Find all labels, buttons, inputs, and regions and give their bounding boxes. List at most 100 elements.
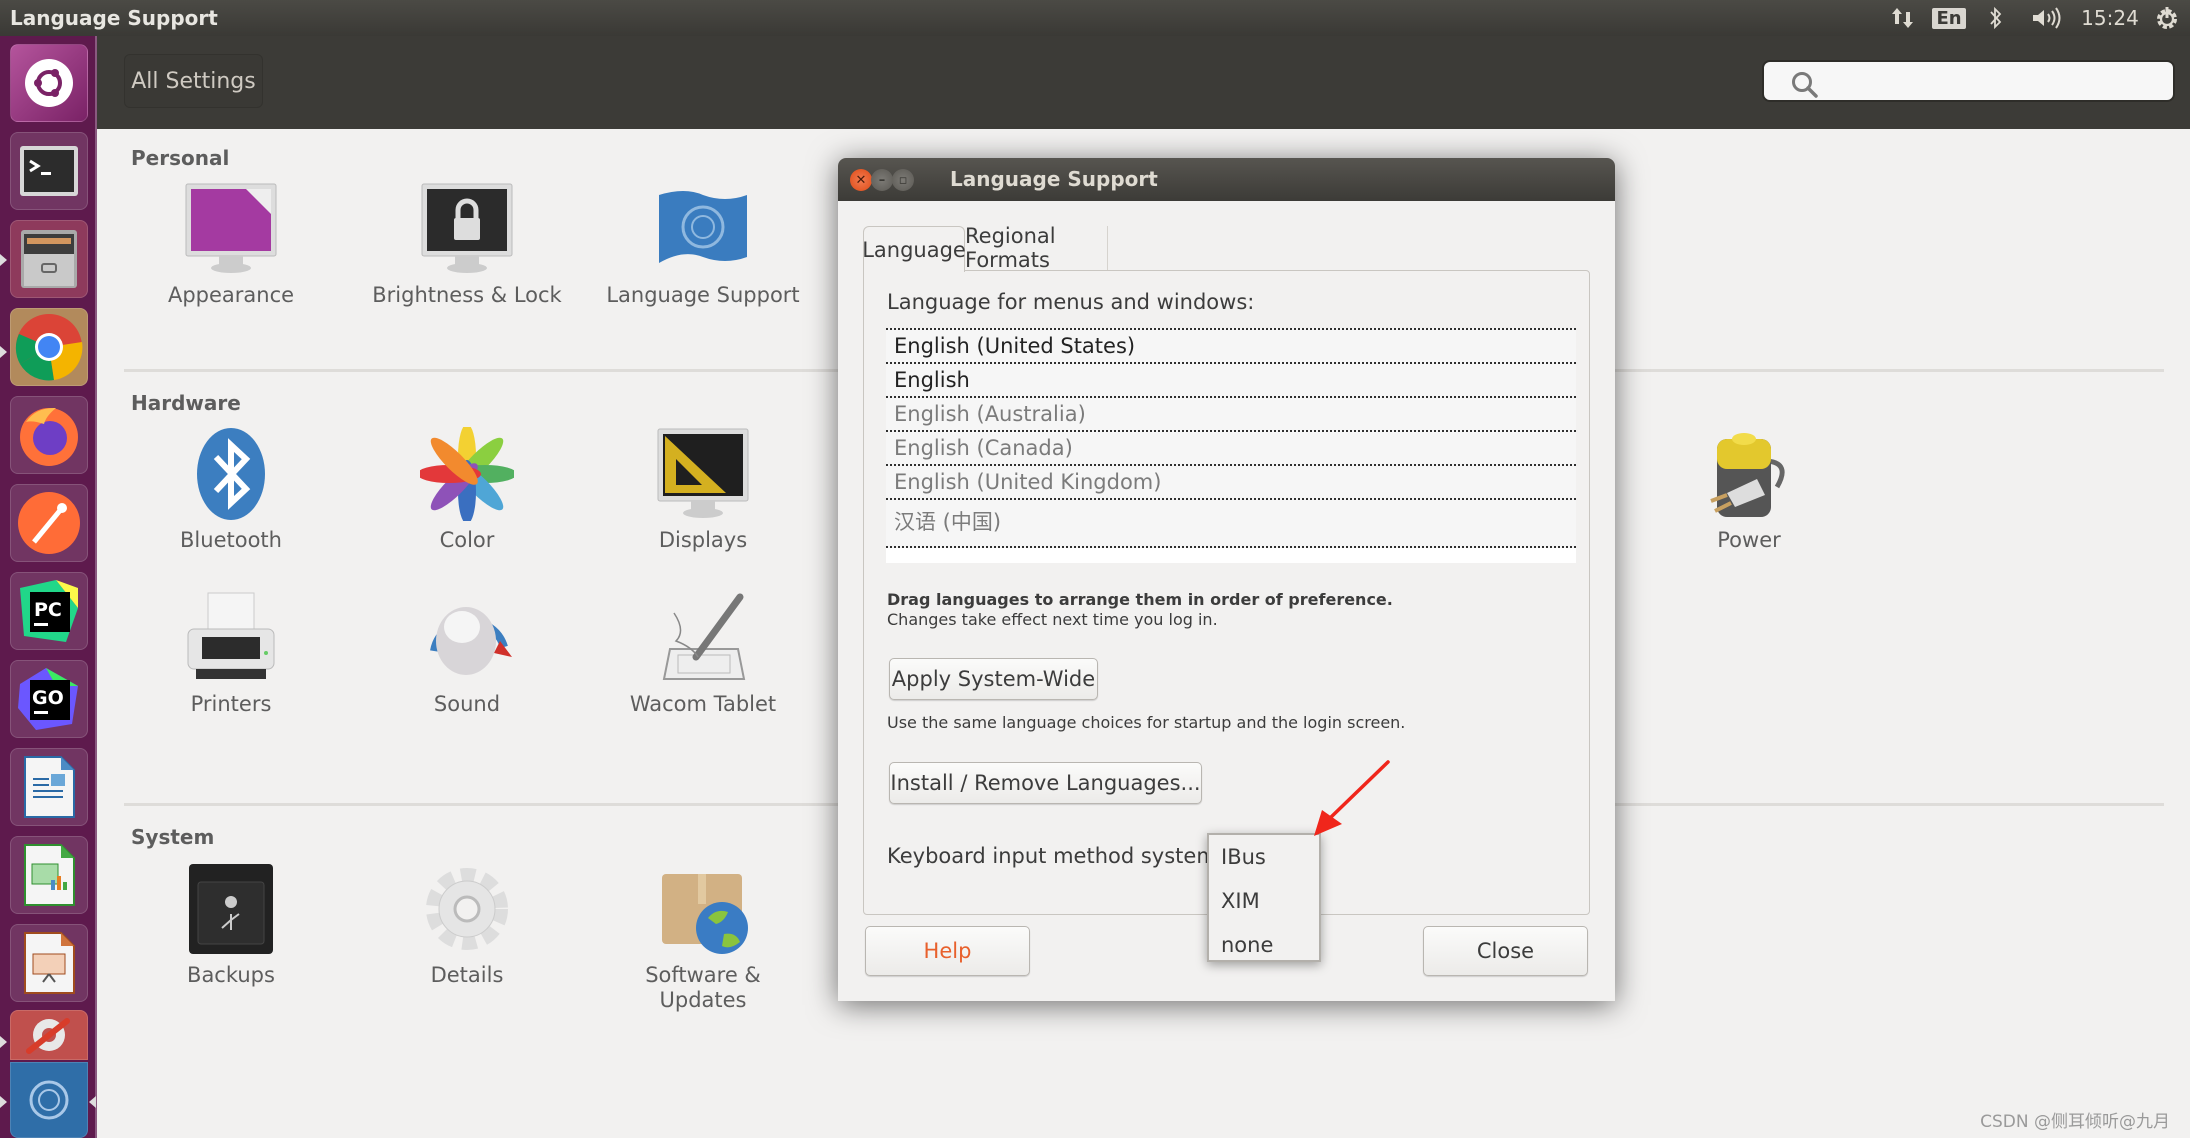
settings-item-printers[interactable]: Printers: [116, 588, 346, 717]
settings-item-appearance[interactable]: Appearance: [116, 179, 346, 308]
settings-header: All Settings: [97, 36, 2190, 129]
launcher-item-calc[interactable]: [10, 836, 88, 914]
settings-item-power[interactable]: Power: [1634, 424, 1864, 553]
settings-item-label: Appearance: [167, 283, 295, 307]
libreoffice-calc-icon: [24, 844, 75, 906]
apply-system-wide-button[interactable]: Apply System-Wide: [889, 658, 1098, 700]
settings-item-language-support[interactable]: Language Support: [588, 179, 818, 308]
postman-icon: [18, 492, 80, 554]
dialog-title: Language Support: [950, 167, 1158, 191]
software-updates-icon: [662, 874, 748, 954]
dropdown-option-ibus[interactable]: IBus: [1221, 845, 1266, 869]
settings-item-bluetooth[interactable]: Bluetooth: [116, 424, 346, 553]
brightness-lock-icon: [421, 183, 513, 273]
list-drop-area: [886, 548, 1576, 563]
settings-item-label: Details: [430, 963, 504, 987]
language-row[interactable]: 汉语 (中国): [886, 498, 1576, 546]
launcher: PC GO: [0, 36, 97, 1138]
section-title-hardware: Hardware: [131, 391, 241, 415]
displays-icon: [657, 428, 749, 518]
launcher-item-pycharm[interactable]: PC: [10, 572, 88, 650]
settings-item-label: Printers: [190, 692, 272, 716]
launcher-item-impress[interactable]: [10, 924, 88, 1002]
window-maximize-button[interactable]: ▫: [892, 169, 914, 191]
section-title-personal: Personal: [131, 146, 230, 170]
settings-item-label: Wacom Tablet: [629, 692, 777, 716]
launcher-item-files[interactable]: [10, 220, 88, 298]
language-row[interactable]: English: [886, 362, 1576, 396]
dialog-titlebar[interactable]: ✕ – ▫ Language Support: [838, 158, 1615, 201]
running-indicator: [0, 1096, 7, 1108]
keyboard-indicator[interactable]: En: [1932, 4, 1966, 32]
settings-item-details[interactable]: Details: [352, 859, 582, 988]
volume-icon[interactable]: [2030, 4, 2064, 32]
input-method-dropdown-menu[interactable]: IBus XIM none: [1207, 833, 1321, 962]
wacom-tablet-icon: [662, 593, 746, 680]
input-method-label: Keyboard input method system:: [887, 844, 1224, 868]
window-close-button[interactable]: ✕: [850, 169, 872, 191]
printer-icon: [187, 592, 275, 679]
language-row[interactable]: English (United States): [886, 328, 1576, 362]
settings-item-software-updates[interactable]: Software & Updates: [588, 859, 818, 1013]
launcher-item-postman[interactable]: [10, 484, 88, 562]
bluetooth-indicator-icon[interactable]: [1983, 4, 2009, 32]
launcher-item-goland[interactable]: GO: [10, 660, 88, 738]
language-list-label: Language for menus and windows:: [887, 290, 1255, 314]
terminal-icon: [20, 146, 78, 196]
dropdown-option-none[interactable]: none: [1221, 933, 1273, 957]
window-minimize-button[interactable]: –: [871, 169, 893, 191]
language-support-dialog: ✕ – ▫ Language Support Language Regional…: [838, 158, 1615, 1001]
settings-item-displays[interactable]: Displays: [588, 424, 818, 553]
chrome-icon: [15, 314, 83, 381]
launcher-item-language-support[interactable]: [10, 1062, 88, 1138]
session-power-icon[interactable]: [2152, 4, 2182, 32]
launcher-item-chrome[interactable]: [10, 308, 88, 386]
dropdown-option-xim[interactable]: XIM: [1221, 889, 1260, 913]
launcher-item-firefox[interactable]: [10, 396, 88, 474]
network-updown-icon[interactable]: [1888, 4, 1918, 32]
drag-hint-bold: Drag languages to arrange them in order …: [887, 590, 1393, 609]
tab-language[interactable]: Language: [862, 226, 966, 272]
bluetooth-icon: [197, 428, 265, 520]
language-list[interactable]: English (United States) English English …: [886, 328, 1576, 563]
settings-item-color[interactable]: Color: [352, 424, 582, 553]
settings-item-wacom-tablet[interactable]: Wacom Tablet: [588, 588, 818, 717]
language-row[interactable]: English (Australia): [886, 396, 1576, 430]
all-settings-button[interactable]: All Settings: [124, 54, 263, 108]
settings-item-label: Backups: [187, 963, 275, 987]
settings-item-brightness-lock[interactable]: Brightness & Lock: [352, 179, 582, 308]
clock[interactable]: 15:24: [2080, 4, 2140, 32]
settings-item-backups[interactable]: Backups: [116, 859, 346, 988]
search-icon: [1792, 72, 1818, 98]
running-indicator: [0, 346, 7, 358]
top-panel: Language Support En 15:24: [0, 0, 2190, 36]
power-icon: [1710, 433, 1785, 517]
launcher-item-system-settings[interactable]: [10, 1010, 88, 1060]
file-cabinet-icon: [21, 230, 77, 288]
close-button[interactable]: Close: [1423, 926, 1588, 976]
details-gear-icon: [426, 868, 508, 950]
launcher-item-dash[interactable]: [10, 44, 88, 122]
settings-item-label: Sound: [433, 692, 501, 716]
search-input[interactable]: [1762, 60, 2175, 102]
color-icon: [420, 427, 514, 521]
window-title: Language Support: [10, 6, 218, 30]
libreoffice-writer-icon: [24, 756, 75, 818]
launcher-item-writer[interactable]: [10, 748, 88, 826]
language-support-icon: [659, 191, 747, 263]
help-button[interactable]: Help: [865, 926, 1030, 976]
launcher-item-terminal[interactable]: [10, 132, 88, 210]
keyboard-layout-label: En: [1932, 7, 1966, 29]
tab-regional-formats[interactable]: Regional Formats: [965, 224, 1108, 272]
install-remove-languages-button[interactable]: Install / Remove Languages...: [889, 762, 1202, 804]
system-settings-icon: [26, 1018, 70, 1054]
settings-item-label: Displays: [658, 528, 748, 552]
language-row[interactable]: English (Canada): [886, 430, 1576, 464]
settings-item-label: Bluetooth: [180, 528, 282, 552]
running-indicator: [0, 1036, 7, 1048]
settings-item-label: Color: [439, 528, 495, 552]
language-row[interactable]: English (United Kingdom): [886, 464, 1576, 498]
annotation-arrow-icon: [1314, 760, 1390, 836]
settings-item-sound[interactable]: Sound: [352, 588, 582, 717]
firefox-icon: [20, 407, 78, 466]
